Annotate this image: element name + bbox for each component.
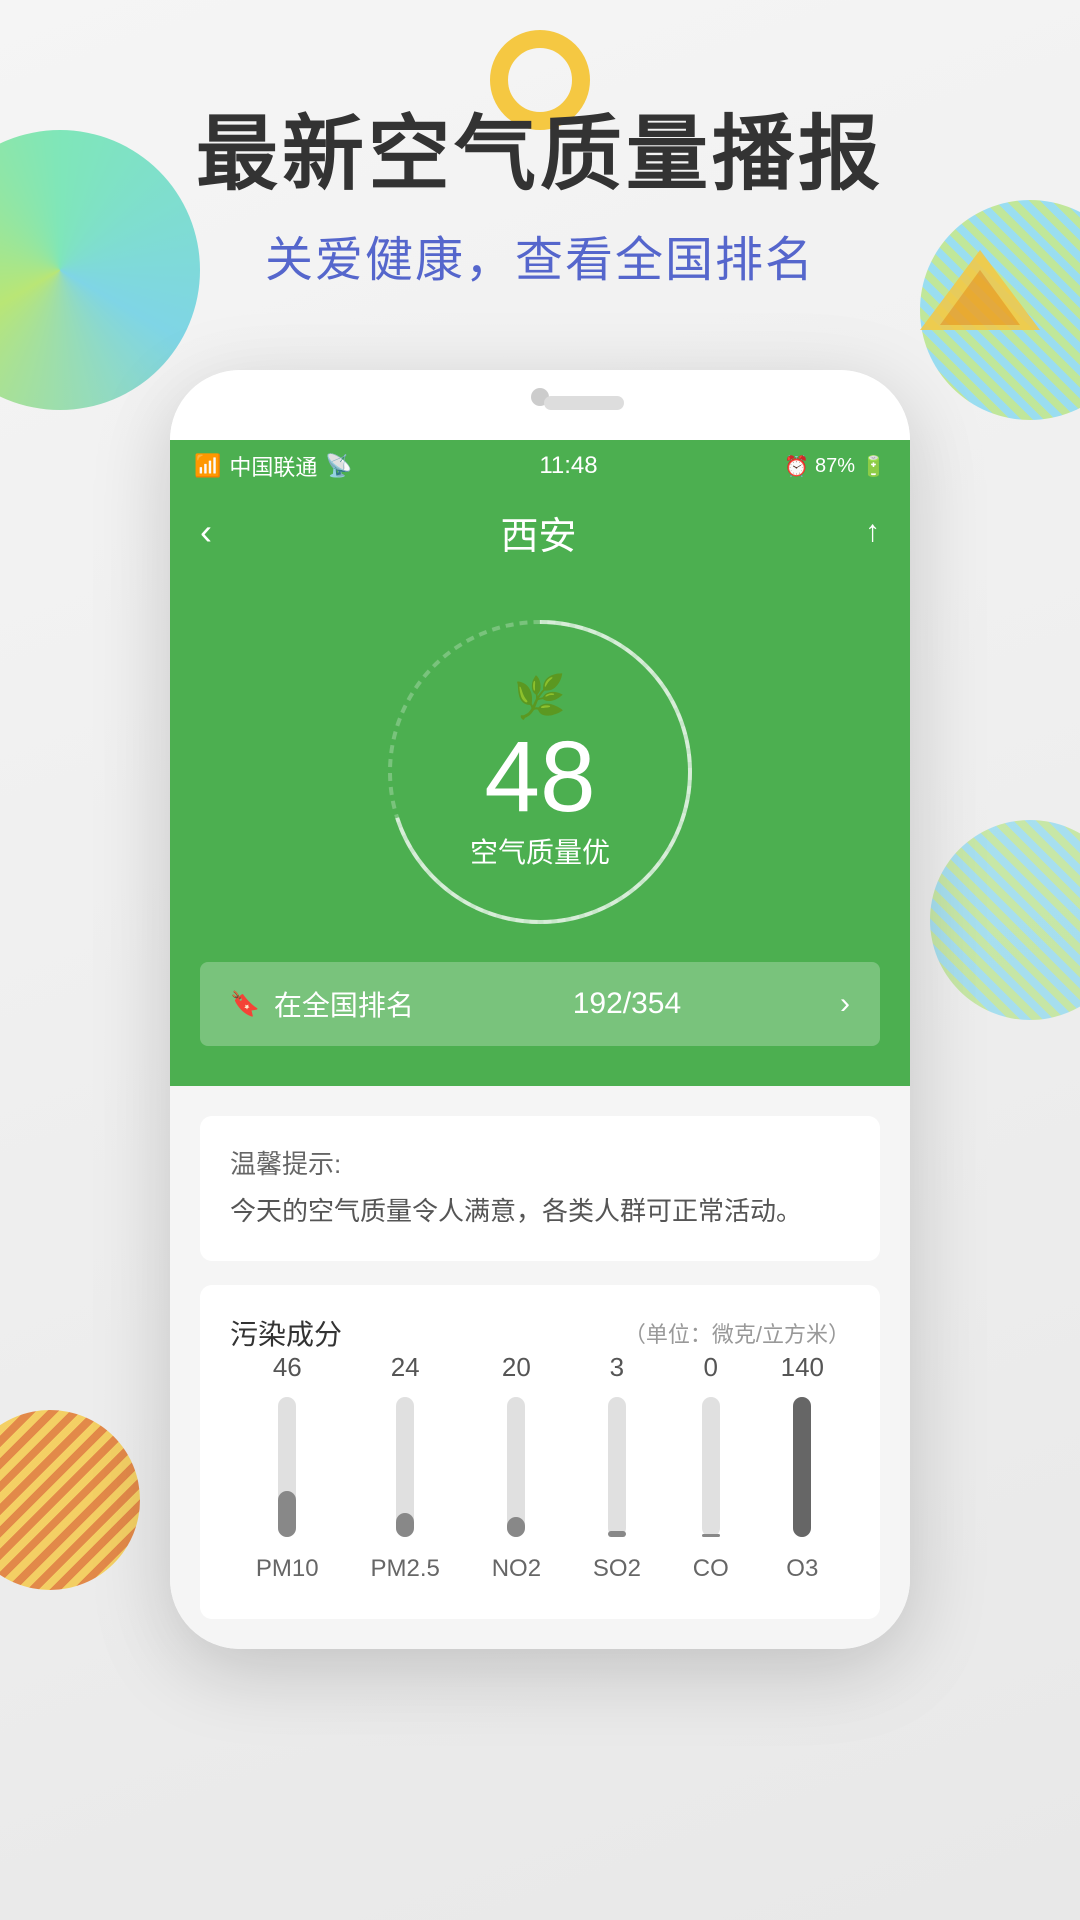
main-title: 最新空气质量播报 xyxy=(0,110,1080,200)
bar-track-pm2.5 xyxy=(396,1397,414,1537)
bar-value-so2: 3 xyxy=(610,1352,624,1383)
bookmark-icon: 🔖 xyxy=(230,990,260,1019)
aqi-center: 🌿 48 空气质量优 xyxy=(470,673,610,871)
status-left: 📶 中国联通 📡 xyxy=(194,450,353,482)
status-bar: 📶 中国联通 📡 11:48 ⏰ 87% 🔋 xyxy=(170,440,910,492)
phone-mockup: 📶 中国联通 📡 11:48 ⏰ 87% 🔋 ‹ 西安 ↑ xyxy=(170,370,910,1649)
city-label: 西安 xyxy=(500,505,576,560)
tip-box: 温馨提示: 今天的空气质量令人满意，各类人群可正常活动。 xyxy=(200,1116,880,1261)
bar-fill-no2 xyxy=(507,1517,525,1537)
back-button[interactable]: ‹ xyxy=(200,511,212,553)
bar-fill-o3 xyxy=(793,1397,811,1537)
battery-pct: 87% xyxy=(815,455,855,478)
aqi-circle: 🌿 48 空气质量优 xyxy=(370,602,710,942)
ranking-number: 192/354 xyxy=(573,987,681,1021)
bars-container: 46 PM10 24 PM2.5 20 NO2 3 SO2 0 CO 140 xyxy=(230,1383,850,1583)
bar-track-so2 xyxy=(608,1397,626,1537)
bar-value-o3: 140 xyxy=(781,1352,824,1383)
share-button[interactable]: ↑ xyxy=(865,515,880,549)
bar-label-no2: NO2 xyxy=(492,1555,541,1583)
bar-track-co xyxy=(702,1397,720,1537)
bar-label-so2: SO2 xyxy=(593,1555,641,1583)
bar-value-co: 0 xyxy=(704,1352,718,1383)
bar-item-o3: 140 O3 xyxy=(781,1352,824,1583)
phone-top-bar xyxy=(170,370,910,440)
tip-text: 今天的空气质量令人满意，各类人群可正常活动。 xyxy=(230,1191,850,1233)
bar-track-pm10 xyxy=(278,1397,296,1537)
bar-fill-pm10 xyxy=(278,1491,296,1537)
ranking-text: 在全国排名 xyxy=(274,984,414,1024)
battery-icon: 🔋 xyxy=(861,454,886,479)
bar-fill-co xyxy=(702,1534,720,1537)
status-time: 11:48 xyxy=(539,452,597,480)
pollution-unit: （单位：微克/立方米） xyxy=(624,1317,850,1349)
aqi-circle-container: 🌿 48 空气质量优 xyxy=(200,602,880,942)
bar-label-co: CO xyxy=(693,1555,729,1583)
sub-title: 关爱健康，查看全国排名 xyxy=(0,220,1080,290)
bar-fill-so2 xyxy=(608,1531,626,1537)
pollution-title: 污染成分 xyxy=(230,1313,342,1353)
bar-track-o3 xyxy=(793,1397,811,1537)
leaf-icon: 🌿 xyxy=(470,673,610,722)
wifi-icon: 📡 xyxy=(325,453,352,479)
bar-fill-pm2.5 xyxy=(396,1513,414,1537)
bar-item-so2: 3 SO2 xyxy=(593,1352,641,1583)
aqi-label: 空气质量优 xyxy=(470,831,610,871)
ranking-row[interactable]: 🔖 在全国排名 192/354 › xyxy=(200,962,880,1046)
bar-item-pm10: 46 PM10 xyxy=(256,1352,319,1583)
bar-item-co: 0 CO xyxy=(693,1352,729,1583)
white-content: 温馨提示: 今天的空气质量令人满意，各类人群可正常活动。 污染成分 （单位：微克… xyxy=(170,1086,910,1649)
bar-label-pm2.5: PM2.5 xyxy=(370,1555,439,1583)
carrier-label: 中国联通 xyxy=(229,450,317,482)
aqi-number: 48 xyxy=(470,727,610,827)
tip-title: 温馨提示: xyxy=(230,1144,850,1181)
bar-item-pm2.5: 24 PM2.5 xyxy=(370,1352,439,1583)
bar-value-no2: 20 xyxy=(502,1352,531,1383)
chevron-right-icon: › xyxy=(840,987,850,1021)
bar-label-o3: O3 xyxy=(786,1555,818,1583)
headline-area: 最新空气质量播报 关爱健康，查看全国排名 xyxy=(0,110,1080,290)
bar-item-no2: 20 NO2 xyxy=(492,1352,541,1583)
status-right: ⏰ 87% 🔋 xyxy=(784,454,886,479)
ranking-left: 🔖 在全国排名 xyxy=(230,984,414,1024)
app-header: ‹ 西安 ↑ xyxy=(170,492,910,572)
bar-label-pm10: PM10 xyxy=(256,1555,319,1583)
alarm-icon: ⏰ xyxy=(784,454,809,479)
pollution-header: 污染成分 （单位：微克/立方米） xyxy=(230,1313,850,1353)
pollution-section: 污染成分 （单位：微克/立方米） 46 PM10 24 PM2.5 20 NO2… xyxy=(200,1285,880,1619)
bar-value-pm10: 46 xyxy=(273,1352,302,1383)
green-card: 🌿 48 空气质量优 🔖 在全国排名 192/354 › xyxy=(170,572,910,1086)
phone-speaker xyxy=(544,396,624,410)
bar-value-pm2.5: 24 xyxy=(391,1352,420,1383)
signal-icon: 📶 xyxy=(194,453,221,479)
bar-track-no2 xyxy=(507,1397,525,1537)
